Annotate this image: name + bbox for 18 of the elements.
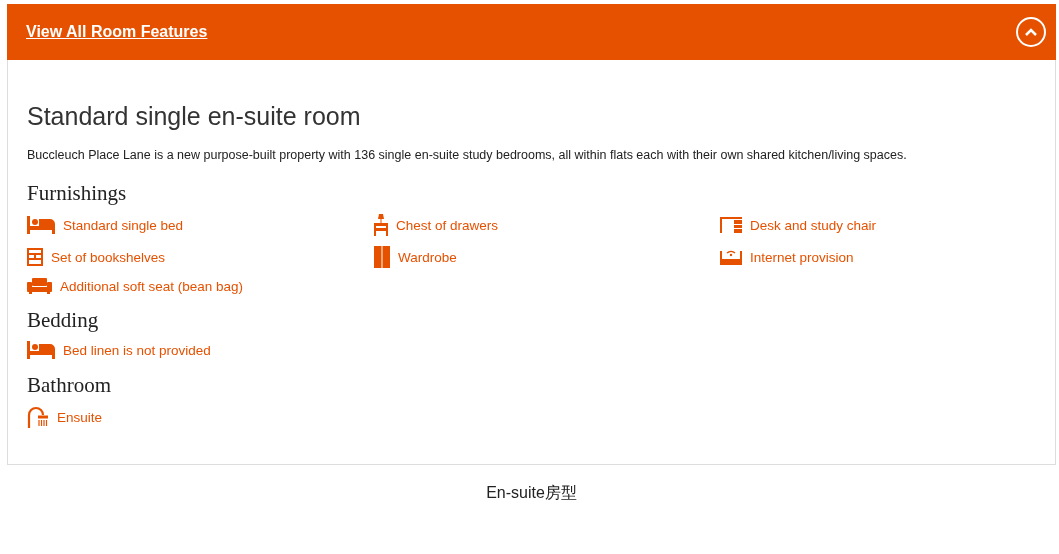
section-heading: Bedding [27,308,100,333]
room-title: Standard single en-suite room [27,102,362,131]
room-description: Buccleuch Place Lane is a new purpose-built property with 136 single en-suite study bedrooms, all within flats each with their own shared kitchen/living spaces. [27,148,908,162]
feature-link[interactable]: Set of bookshelves [27,246,166,268]
feature-link[interactable]: Bed linen is not provided [27,341,211,359]
collapse-toggle-button[interactable] [1016,17,1046,47]
feature-link[interactable]: Ensuite [27,406,103,428]
section-heading: Bathroom [27,373,112,398]
feature-link[interactable]: Additional soft seat (bean bag) [27,278,244,294]
feature-link[interactable]: Wardrobe [374,246,457,268]
feature-link[interactable]: Desk and study chair [720,214,877,236]
feature-link[interactable]: Chest of drawers [374,214,499,236]
feature-link[interactable]: Standard single bed [27,214,184,236]
feature-link[interactable]: Internet provision [720,246,854,268]
section-heading: Furnishings [27,181,128,206]
chevron-icon [1025,28,1037,36]
view-all-room-features-link[interactable]: View All Room Features [26,23,208,41]
image-caption: En-suite房型 [485,483,578,503]
